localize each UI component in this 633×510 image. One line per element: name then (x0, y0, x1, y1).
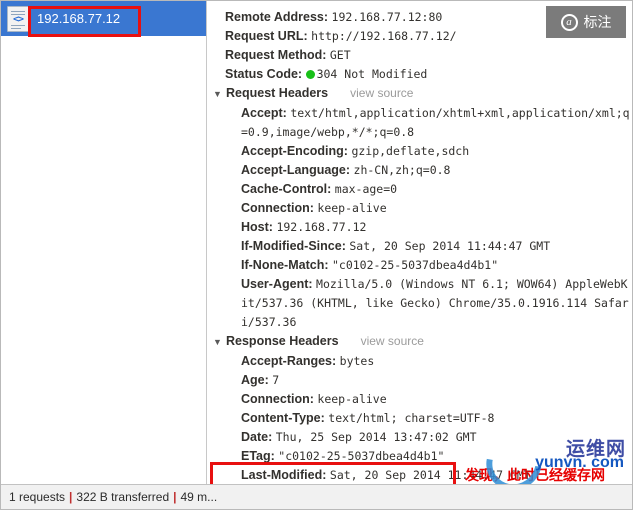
header-value: keep-alive (317, 201, 387, 215)
header-value: "c0102-25-5037dbea4d4b1" (331, 258, 499, 272)
status-transferred: 322 B transferred (76, 490, 170, 504)
header-key: ETag: (241, 449, 275, 463)
annotation-badge-label: 标注 (583, 15, 612, 31)
header-key: Content-Type: (241, 411, 325, 425)
header-line: Connection: keep-alive (207, 199, 632, 218)
header-key: Connection: (241, 201, 314, 215)
header-line: Age: 7 (207, 371, 632, 390)
header-key: Connection: (241, 392, 314, 406)
header-line: If-None-Match: "c0102-25-5037dbea4d4b1" (207, 256, 632, 275)
request-method-value: GET (329, 48, 351, 62)
status-time: 49 m... (180, 490, 218, 504)
request-list-empty-area (1, 37, 206, 483)
request-view-source-link[interactable]: view source (350, 84, 413, 103)
header-line: ETag: "c0102-25-5037dbea4d4b1" (207, 447, 632, 466)
status-code-key: Status Code: (225, 67, 303, 81)
header-line: Accept-Encoding: gzip,deflate,sdch (207, 142, 632, 161)
header-line: Accept-Language: zh-CN,zh;q=0.8 (207, 161, 632, 180)
status-requests-count: 1 requests (9, 490, 66, 504)
header-value: keep-alive (317, 392, 387, 406)
header-line: Cache-Control: max-age=0 (207, 180, 632, 199)
header-key: Last-Modified: (241, 468, 327, 482)
status-bar-text: 1 requests | 322 B transferred | 49 m... (1, 490, 217, 504)
request-method-key: Request Method: (225, 48, 327, 62)
header-value: text/html,application/xhtml+xml,applicat… (241, 106, 630, 139)
request-name-label: 192.168.77.12 (37, 11, 121, 26)
panel-body: <> 192.168.77.12 Remote Address: 192.168… (1, 1, 632, 484)
chevron-down-icon[interactable]: ▼ (213, 85, 226, 104)
remote-address-value: 192.168.77.12:80 (331, 10, 443, 24)
header-value: max-age=0 (334, 182, 398, 196)
chevron-down-icon[interactable]: ▼ (213, 333, 226, 352)
header-value: "c0102-25-5037dbea4d4b1" (278, 449, 445, 463)
header-key: Accept-Encoding: (241, 144, 348, 158)
header-value: text/html; charset=UTF-8 (328, 411, 495, 425)
header-key: Date: (241, 430, 273, 444)
request-headers-section-header[interactable]: ▼ Request Headers view source (207, 84, 632, 104)
response-headers-section-header[interactable]: ▼ Response Headers view source (207, 332, 632, 352)
header-line: Accept-Ranges: bytes (207, 352, 632, 371)
request-list-item[interactable]: <> 192.168.77.12 (1, 1, 206, 37)
header-value: Sat, 20 Sep 2014 11:44:47 GMT (349, 239, 551, 253)
remote-address-key: Remote Address: (225, 10, 329, 24)
response-headers-title: Response Headers (226, 334, 339, 348)
header-key: If-Modified-Since: (241, 239, 346, 253)
status-ok-dot-icon (305, 70, 315, 79)
header-line: Accept: text/html,application/xhtml+xml,… (207, 104, 632, 142)
header-key: Accept-Language: (241, 163, 351, 177)
general-line: Request Method: GET (207, 46, 632, 65)
headers-lines: Remote Address: 192.168.77.12:80 Request… (207, 8, 632, 484)
header-line: If-Modified-Since: Sat, 20 Sep 2014 11:4… (207, 237, 632, 256)
header-key: Accept-Ranges: (241, 354, 337, 368)
request-headers-title: Request Headers (226, 86, 329, 100)
request-url-key: Request URL: (225, 29, 308, 43)
devtools-network-panel: <> 192.168.77.12 Remote Address: 192.168… (0, 0, 633, 510)
header-key: If-None-Match: (241, 258, 329, 272)
header-value: bytes (339, 354, 375, 368)
header-value: 7 (272, 373, 280, 387)
header-value: 192.168.77.12 (276, 220, 367, 234)
header-value: zh-CN,zh;q=0.8 (353, 163, 451, 177)
circled-a-icon: a (560, 13, 578, 31)
header-value: Thu, 25 Sep 2014 13:47:02 GMT (275, 430, 477, 444)
red-annotation-text: 发现，此时已经缓存网 (465, 468, 605, 484)
headers-detail-pane[interactable]: Remote Address: 192.168.77.12:80 Request… (207, 1, 632, 484)
request-list-sidebar[interactable]: <> 192.168.77.12 (1, 1, 207, 484)
request-url-value: http://192.168.77.12/ (311, 29, 457, 43)
header-line: Host: 192.168.77.12 (207, 218, 632, 237)
source-document-icon: <> (7, 5, 29, 32)
header-key: Accept: (241, 106, 287, 120)
status-code-line: Status Code: 304 Not Modified (207, 65, 632, 84)
header-line: Date: Thu, 25 Sep 2014 13:47:02 GMT (207, 428, 632, 447)
header-key: Host: (241, 220, 273, 234)
annotation-badge[interactable]: a 标注 (546, 6, 626, 38)
status-separator: | (173, 490, 177, 504)
header-line: Connection: keep-alive (207, 390, 632, 409)
header-key: Cache-Control: (241, 182, 332, 196)
status-bar: 1 requests | 322 B transferred | 49 m... (1, 484, 632, 509)
response-view-source-link[interactable]: view source (361, 332, 424, 351)
angle-brackets-glyph: <> (12, 13, 24, 25)
header-key: User-Agent: (241, 277, 313, 291)
status-separator: | (69, 490, 73, 504)
header-line: User-Agent: Mozilla/5.0 (Windows NT 6.1;… (207, 275, 632, 332)
status-code-value: 304 Not Modified (316, 67, 428, 81)
header-line: Content-Type: text/html; charset=UTF-8 (207, 409, 632, 428)
header-key: Age: (241, 373, 269, 387)
header-value: gzip,deflate,sdch (351, 144, 470, 158)
